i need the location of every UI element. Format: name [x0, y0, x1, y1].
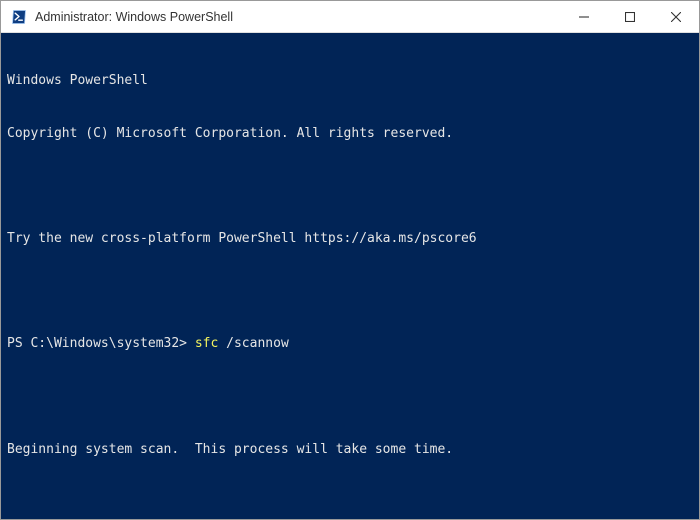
command-program: sfc [195, 336, 226, 351]
powershell-icon [11, 9, 27, 25]
terminal-line: Windows PowerShell [7, 72, 693, 90]
maximize-button[interactable] [607, 1, 653, 32]
window-title: Administrator: Windows PowerShell [35, 10, 561, 24]
command-argument: /scannow [226, 336, 289, 351]
minimize-button[interactable] [561, 1, 607, 32]
blank-line [7, 388, 693, 406]
blank-line [7, 177, 693, 195]
blank-line [7, 493, 693, 511]
prompt: PS C:\Windows\system32> [7, 336, 195, 351]
terminal-line: Beginning system scan. This process will… [7, 441, 693, 459]
powershell-window: Administrator: Windows PowerShell Window… [0, 0, 700, 520]
prompt-line: PS C:\Windows\system32> sfc /scannow [7, 335, 693, 353]
window-controls [561, 1, 699, 32]
terminal-line: Copyright (C) Microsoft Corporation. All… [7, 125, 693, 143]
close-button[interactable] [653, 1, 699, 32]
terminal-output[interactable]: Windows PowerShell Copyright (C) Microso… [1, 33, 699, 519]
terminal-line: Try the new cross-platform PowerShell ht… [7, 230, 693, 248]
blank-line [7, 283, 693, 301]
titlebar[interactable]: Administrator: Windows PowerShell [1, 1, 699, 33]
